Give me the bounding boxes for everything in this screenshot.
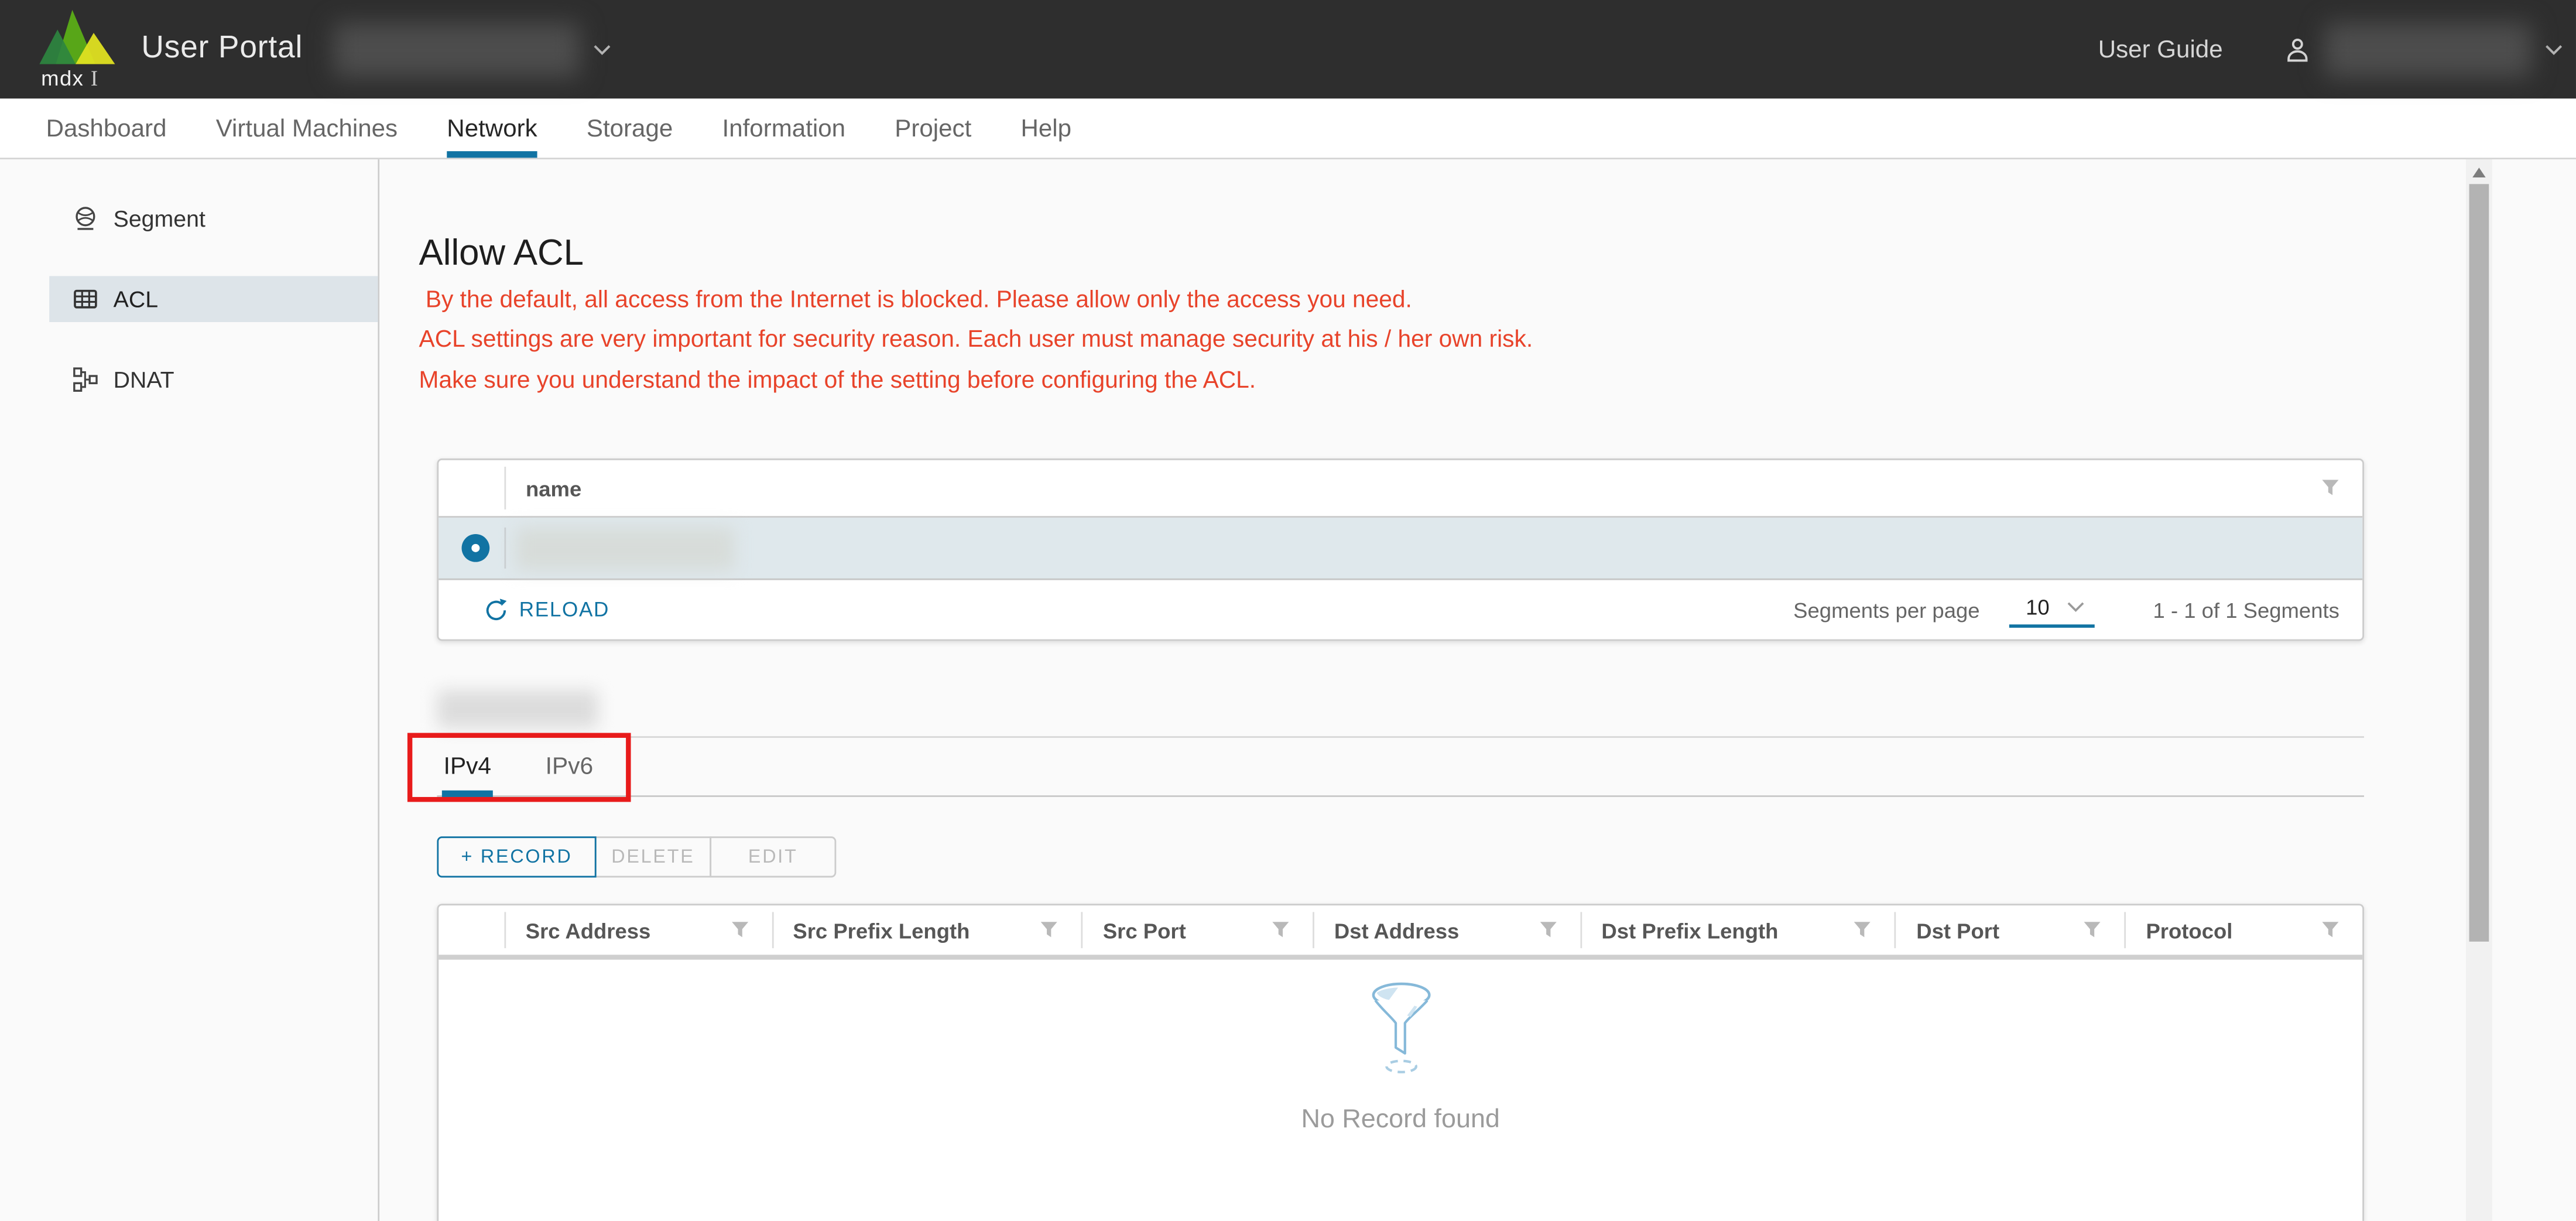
empty-state: No Record found — [439, 960, 2362, 1136]
tab-virtual-machines[interactable]: Virtual Machines — [216, 98, 398, 158]
redacted-segment-name — [516, 526, 734, 569]
filter-icon[interactable] — [2321, 479, 2339, 497]
table-icon — [72, 286, 98, 312]
name-column-header: name — [526, 476, 581, 500]
pagination-range: 1 - 1 of 1 Segments — [2153, 597, 2339, 622]
edit-button[interactable]: EDIT — [710, 836, 836, 877]
segments-table-header: name — [439, 460, 2362, 516]
org-nodes-icon — [72, 367, 98, 393]
record-actions: + RECORD DELETE EDIT — [437, 836, 836, 877]
user-menu[interactable] — [2283, 22, 2563, 77]
filter-icon[interactable] — [1040, 921, 1059, 939]
empty-filter-funnel-icon — [1358, 979, 1443, 1075]
logo-text: mdx I — [41, 66, 98, 92]
warning-line: Make sure you understand the impact of t… — [419, 361, 1533, 401]
ip-version-tabbar: IPv4 IPv6 — [437, 736, 2364, 797]
brand-logo: mdx I — [39, 6, 121, 92]
records-table-card: Src Address Src Prefix Length Src Port D… — [437, 904, 2364, 1221]
per-page-select[interactable]: 10 — [2009, 591, 2094, 628]
chevron-down-icon — [2545, 43, 2563, 55]
sidebar-item-label: Segment — [114, 206, 205, 232]
chevron-down-icon — [594, 43, 612, 55]
per-page-label: Segments per page — [1793, 597, 1979, 622]
filter-icon[interactable] — [2321, 921, 2339, 939]
sidebar-item-dnat[interactable]: DNAT — [49, 357, 378, 403]
chevron-down-icon — [2066, 601, 2084, 613]
records-table-header: Src Address Src Prefix Length Src Port D… — [439, 905, 2362, 960]
add-record-button[interactable]: + RECORD — [437, 836, 596, 877]
user-guide-link[interactable]: User Guide — [2098, 35, 2223, 63]
redacted-segment-heading — [437, 690, 598, 729]
user-icon — [2283, 35, 2311, 63]
filter-icon[interactable] — [1539, 921, 1557, 939]
filter-icon[interactable] — [731, 921, 749, 939]
warning-line: By the default, all access from the Inte… — [419, 281, 1533, 321]
screen: mdx I User Portal User Guide Dashboard V… — [0, 0, 2576, 1221]
reload-label: RELOAD — [519, 598, 609, 621]
column-separator — [504, 528, 506, 569]
tab-ipv6[interactable]: IPv6 — [544, 738, 595, 795]
column-src-port: Src Port — [1081, 905, 1313, 955]
segment-row-selected[interactable] — [439, 516, 2362, 580]
column-src-address: Src Address — [504, 905, 772, 955]
globe-icon — [72, 206, 98, 232]
column-protocol: Protocol — [2125, 905, 2362, 955]
column-src-prefix-length: Src Prefix Length — [772, 905, 1081, 955]
right-gutter — [2492, 159, 2576, 1221]
redacted-project-name — [334, 22, 581, 77]
tab-storage[interactable]: Storage — [587, 98, 673, 158]
redacted-user-name — [2325, 22, 2532, 77]
select-column — [439, 905, 504, 955]
warning-text-block: By the default, all access from the Inte… — [419, 281, 1533, 401]
delete-button[interactable]: DELETE — [595, 836, 711, 877]
sidebar-item-segment[interactable]: Segment — [49, 196, 378, 242]
project-selector[interactable] — [334, 22, 612, 77]
tab-dashboard[interactable]: Dashboard — [46, 98, 167, 158]
page-title: Allow ACL — [419, 232, 584, 275]
tab-ipv4[interactable]: IPv4 — [442, 738, 493, 795]
segments-table-card: name RELOAD — [437, 459, 2364, 641]
main-content: Allow ACL By the default, all access fro… — [379, 159, 2466, 1221]
sidebar: Segment ACL DNAT — [0, 159, 379, 1221]
sidebar-item-label: DNAT — [114, 367, 174, 393]
sidebar-item-acl[interactable]: ACL — [49, 276, 378, 322]
tab-help[interactable]: Help — [1020, 98, 1071, 158]
column-separator — [504, 467, 506, 509]
scroll-up-arrow-icon[interactable] — [2472, 167, 2485, 177]
sidebar-item-label: ACL — [114, 286, 158, 312]
scrollbar-thumb[interactable] — [2469, 184, 2489, 942]
segments-table-footer: RELOAD Segments per page 10 1 - 1 of 1 S… — [439, 580, 2362, 639]
column-dst-prefix-length: Dst Prefix Length — [1580, 905, 1895, 955]
column-dst-address: Dst Address — [1313, 905, 1580, 955]
filter-icon[interactable] — [2084, 921, 2102, 939]
refresh-icon — [485, 598, 508, 621]
per-page-value: 10 — [2026, 595, 2050, 620]
filter-icon[interactable] — [1272, 921, 1290, 939]
tab-information[interactable]: Information — [722, 98, 846, 158]
app-header: mdx I User Portal User Guide — [0, 0, 2576, 98]
warning-line: ACL settings are very important for secu… — [419, 321, 1533, 361]
logo-mountains-icon — [39, 8, 117, 64]
main-nav: Dashboard Virtual Machines Network Stora… — [0, 98, 2576, 159]
reload-button[interactable]: RELOAD — [485, 598, 609, 621]
app-title: User Portal — [141, 31, 303, 67]
radio-selected-icon[interactable] — [462, 534, 490, 562]
filter-icon[interactable] — [1854, 921, 1872, 939]
body-row: Segment ACL DNAT — [0, 159, 2576, 1221]
tab-project[interactable]: Project — [895, 98, 971, 158]
vertical-scrollbar[interactable] — [2466, 159, 2492, 1221]
column-dst-port: Dst Port — [1895, 905, 2125, 955]
tab-network[interactable]: Network — [447, 98, 537, 158]
no-record-text: No Record found — [439, 1106, 2362, 1136]
